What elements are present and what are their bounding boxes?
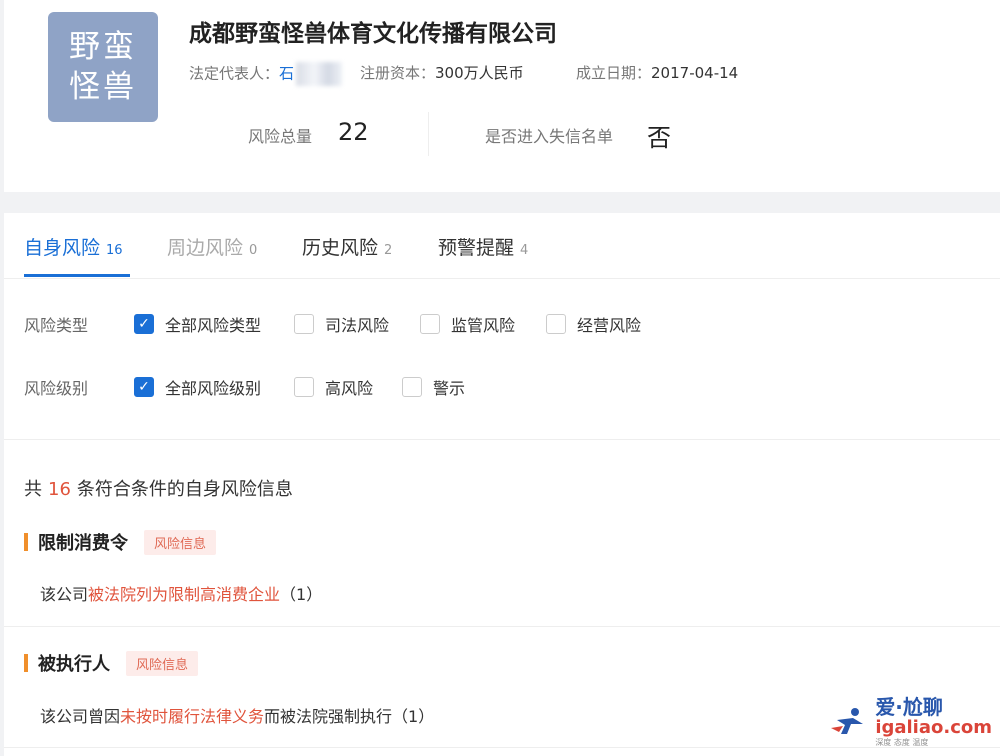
checkbox-icon[interactable]	[546, 314, 566, 334]
filter-judicial[interactable]: 司法风险	[294, 312, 389, 336]
capital-label: 注册资本：	[360, 64, 436, 82]
redacted-name-blur	[296, 62, 343, 86]
section-title: 限制消费令	[38, 533, 128, 554]
risk-info-badge: 风险信息	[126, 650, 199, 676]
risk-level-label: 风险级别	[24, 379, 89, 398]
watermark-title: 爱·尬聊	[875, 695, 943, 719]
legal-rep: 法定代表人：石	[189, 62, 343, 86]
desc-prefix: 该公司	[40, 585, 89, 604]
filter-warning[interactable]: 警示	[402, 375, 465, 399]
option-label: 监管风险	[451, 316, 516, 335]
tab-label: 自身风险	[24, 237, 101, 259]
risk-total-value: 22	[338, 118, 369, 146]
filter-operational[interactable]: 经营风险	[546, 312, 641, 336]
desc-suffix: 而被法院强制执行（1）	[264, 707, 435, 726]
checkbox-checked-icon[interactable]: ✓	[134, 377, 154, 397]
tab-own-risk[interactable]: 自身风险 16	[24, 233, 123, 260]
desc-link[interactable]: 被法院列为限制高消费企业	[88, 585, 280, 604]
option-label: 经营风险	[577, 316, 642, 335]
checkbox-icon[interactable]	[294, 314, 314, 334]
filter-all-types[interactable]: ✓ 全部风险类型	[134, 312, 261, 336]
option-label: 全部风险级别	[165, 379, 262, 398]
option-label: 警示	[433, 379, 466, 398]
checkbox-icon[interactable]	[294, 377, 314, 397]
founded-date: 成立日期：2017-04-14	[576, 62, 738, 83]
legal-rep-label: 法定代表人：	[189, 64, 280, 83]
section-title: 被执行人	[38, 654, 110, 675]
company-name: 成都野蛮怪兽体育文化传播有限公司	[189, 21, 557, 47]
option-label: 全部风险类型	[165, 316, 262, 335]
section-marker	[24, 654, 28, 672]
desc-suffix: （1）	[280, 585, 323, 604]
company-header-card: 野蛮 怪兽 成都野蛮怪兽体育文化传播有限公司 法定代表人：石 注册资本：300万…	[4, 0, 1000, 192]
summary-count: 16	[48, 479, 71, 500]
tab-count: 4	[520, 243, 529, 258]
summary-suffix: 条符合条件的自身风险信息	[76, 479, 293, 500]
section-description: 该公司曾因未按时履行法律义务而被法院强制执行（1）	[40, 703, 434, 727]
risk-info-badge: 风险信息	[144, 529, 217, 555]
tab-warning[interactable]: 预警提醒 4	[438, 233, 528, 260]
risk-panel: 自身风险 16 周边风险 0 历史风险 2 预警提醒 4 风险类型 ✓ 全部风险类型 司法…	[4, 213, 1000, 756]
checkbox-checked-icon[interactable]: ✓	[134, 314, 154, 334]
active-tab-underline	[24, 274, 130, 277]
tab-count: 16	[106, 243, 123, 258]
site-watermark: 爱·尬聊 igaliao.com 深度 态度 温度	[829, 696, 992, 748]
logo-line-2: 怪兽	[69, 69, 137, 105]
tab-label: 预警提醒	[438, 237, 515, 259]
filter-regulatory[interactable]: 监管风险	[420, 312, 515, 336]
tab-surrounding-risk[interactable]: 周边风险 0	[167, 233, 257, 260]
section-marker	[24, 533, 28, 551]
option-label: 高风险	[325, 379, 374, 398]
company-logo: 野蛮 怪兽	[48, 12, 158, 122]
summary-prefix: 共	[24, 479, 42, 500]
risk-total-label: 风险总量	[248, 127, 313, 146]
filter-high-risk[interactable]: 高风险	[294, 375, 373, 399]
filter-all-levels[interactable]: ✓ 全部风险级别	[134, 375, 261, 399]
divider	[4, 626, 1000, 627]
divider	[4, 439, 1000, 440]
legal-rep-value[interactable]: 石	[279, 65, 294, 83]
capital-value: 300万人民币	[435, 64, 524, 82]
section-judgment-debtor: 被执行人 风险信息	[24, 650, 199, 676]
logo-line-1: 野蛮	[69, 29, 137, 65]
section-consumption-restriction: 限制消费令 风险信息	[24, 529, 217, 555]
risk-type-label: 风险类型	[24, 316, 89, 335]
running-figure-icon	[829, 706, 871, 738]
dishonest-list-label: 是否进入失信名单	[485, 127, 614, 146]
founded-label: 成立日期：	[576, 64, 652, 82]
checkbox-icon[interactable]	[402, 377, 422, 397]
option-label: 司法风险	[325, 316, 390, 335]
founded-value: 2017-04-14	[651, 64, 739, 82]
tab-label: 历史风险	[302, 237, 379, 259]
tab-history-risk[interactable]: 历史风险 2	[302, 233, 392, 260]
stat-divider	[428, 112, 429, 156]
dishonest-list-value: 否	[647, 124, 671, 152]
tab-label: 周边风险	[167, 237, 244, 259]
tab-count: 2	[384, 243, 393, 258]
section-description: 该公司被法院列为限制高消费企业（1）	[40, 581, 322, 605]
desc-link[interactable]: 未按时履行法律义务	[120, 707, 264, 726]
desc-prefix: 该公司曾因	[40, 707, 121, 726]
registered-capital: 注册资本：300万人民币	[360, 62, 524, 83]
watermark-text: 爱·尬聊 igaliao.com 深度 态度 温度	[875, 696, 992, 748]
result-summary: 共 16 条符合条件的自身风险信息	[24, 475, 293, 501]
watermark-slogan: 深度 态度 温度	[875, 738, 929, 747]
tab-count: 0	[249, 243, 258, 258]
checkbox-icon[interactable]	[420, 314, 440, 334]
risk-tabs: 自身风险 16 周边风险 0 历史风险 2 预警提醒 4	[4, 213, 1000, 279]
watermark-url: igaliao.com	[875, 717, 992, 738]
